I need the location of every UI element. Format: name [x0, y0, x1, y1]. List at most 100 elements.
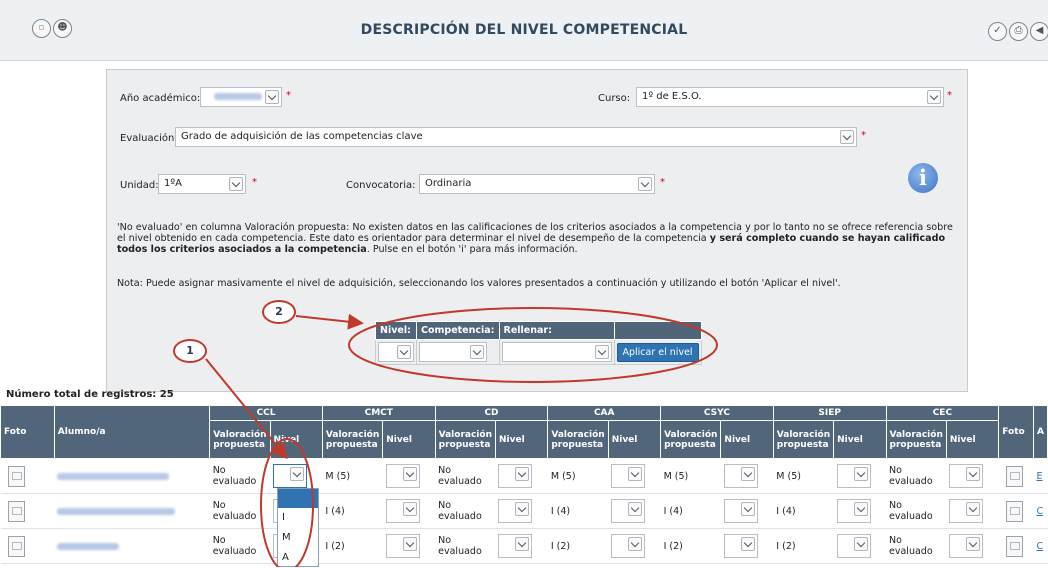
nivel-header: Nivel: — [375, 321, 417, 340]
row-link[interactable]: C — [1036, 541, 1043, 552]
convocatoria-value: Ordinaria — [425, 178, 472, 189]
curso-select[interactable]: 1º de E.S.O. — [636, 87, 944, 107]
note-no-evaluado: 'No evaluado' en columna Valoración prop… — [117, 222, 953, 255]
print-icon[interactable]: ⎙ — [1009, 22, 1028, 41]
nivel-select[interactable] — [723, 534, 758, 558]
chevron-down-icon — [853, 537, 868, 551]
apply-level-button[interactable]: Aplicar el nivel — [616, 342, 699, 362]
nivel-header: Nivel — [494, 420, 549, 459]
comp-header-ccl: CCL — [209, 405, 323, 421]
chevron-down-icon — [840, 130, 854, 144]
student-name-redacted[interactable] — [57, 542, 120, 550]
nivel-select[interactable] — [836, 464, 871, 488]
unidad-label: Unidad: — [120, 180, 159, 191]
convocatoria-select[interactable]: Ordinaria — [419, 174, 655, 194]
valoracion-value: No evaluado — [889, 535, 933, 557]
action-header — [613, 321, 702, 340]
required-mark: * — [861, 130, 866, 141]
valoracion-value: I (4) — [550, 505, 571, 517]
photo-icon[interactable] — [7, 535, 25, 557]
required-mark: * — [252, 177, 257, 188]
nivel-select[interactable] — [611, 499, 646, 523]
nivel-select[interactable] — [273, 464, 308, 488]
unidad-select[interactable]: 1ºA — [158, 174, 246, 194]
photo-icon[interactable] — [1005, 500, 1023, 522]
nivel-select[interactable] — [723, 464, 758, 488]
nivel-header: Nivel — [382, 420, 436, 459]
photo-icon[interactable] — [7, 465, 25, 487]
info-icon[interactable]: i — [908, 163, 938, 193]
mass-rellenar-select[interactable] — [501, 342, 612, 362]
chevron-down-icon — [966, 467, 981, 481]
row-link[interactable]: C — [1036, 506, 1043, 517]
valoracion-header: Valoración propuesta — [321, 420, 384, 459]
nivel-select[interactable] — [385, 499, 420, 523]
rellenar-header: Rellenar: — [498, 321, 615, 340]
valoracion-value: M (5) — [325, 470, 351, 482]
chevron-down-icon — [853, 467, 868, 481]
valoracion-value: I (2) — [663, 540, 683, 552]
student-name-redacted[interactable] — [57, 472, 170, 480]
photo-icon[interactable] — [1005, 535, 1023, 557]
nivel-select[interactable] — [836, 499, 871, 523]
nivel-header: Nivel — [720, 420, 774, 459]
nivel-select[interactable] — [949, 464, 984, 488]
valoracion-header: Valoración propuesta — [434, 420, 496, 459]
row-link[interactable]: E — [1036, 471, 1042, 482]
evaluacion-select[interactable]: Grado de adquisición de las competencias… — [175, 127, 857, 147]
valoracion-value: No evaluado — [212, 535, 257, 557]
nivel-select[interactable] — [385, 464, 420, 488]
note-masivo: Nota: Puede asignar masivamente el nivel… — [117, 278, 841, 289]
comp-header-caa: CAA — [547, 405, 662, 421]
valoracion-value: No evaluado — [438, 535, 482, 557]
valoracion-value: No evaluado — [889, 465, 933, 487]
mass-nivel-select[interactable] — [378, 342, 414, 362]
chevron-down-icon — [740, 537, 755, 551]
foto-header: Foto — [0, 405, 55, 459]
dropdown-option-empty[interactable] — [278, 489, 318, 508]
nivel-select[interactable] — [949, 534, 984, 558]
valoracion-value: M (5) — [663, 470, 689, 482]
chevron-down-icon — [402, 537, 417, 551]
chevron-down-icon — [853, 502, 868, 516]
alumno-header: Alumno/a — [53, 405, 211, 459]
chevron-down-icon — [740, 502, 755, 516]
chevron-down-icon — [628, 537, 643, 551]
chevron-down-icon — [402, 467, 417, 481]
nivel-select[interactable] — [498, 534, 533, 558]
valoracion-value: I (2) — [776, 540, 796, 552]
nivel-header: Nivel — [833, 420, 887, 459]
competencia-header: Competencia: — [416, 321, 500, 340]
valoracion-header: Valoración propuesta — [660, 420, 722, 459]
nivel-select[interactable] — [949, 499, 984, 523]
nivel-select[interactable] — [498, 464, 533, 488]
photo-icon[interactable] — [1005, 465, 1023, 487]
nivel-select[interactable] — [836, 534, 871, 558]
curso-value: 1º de E.S.O. — [642, 91, 702, 102]
dropdown-option[interactable]: I — [278, 508, 318, 528]
dropdown-option[interactable]: M — [278, 528, 318, 548]
nivel-select[interactable] — [385, 534, 420, 558]
photo-icon[interactable] — [7, 500, 25, 522]
valoracion-value: I (4) — [325, 505, 345, 517]
nivel-select[interactable] — [611, 534, 646, 558]
dropdown-option[interactable]: A — [278, 548, 318, 568]
anio-select[interactable] — [200, 87, 282, 107]
chevron-down-icon — [470, 345, 484, 359]
mass-competencia-select[interactable] — [419, 342, 487, 362]
confirm-icon[interactable]: ✓ — [988, 22, 1007, 41]
valoracion-header: Valoración propuesta — [885, 420, 947, 459]
last-header: A — [1032, 405, 1048, 459]
comp-header-csyc: CSYC — [660, 405, 774, 421]
students-table: Foto Alumno/a CCL CMCT CD CAA CSYC SIEP … — [0, 405, 1048, 564]
nivel-dropdown-list[interactable]: I M A — [277, 488, 319, 567]
required-mark: * — [660, 177, 665, 188]
nivel-select[interactable] — [498, 499, 533, 523]
back-icon[interactable]: ◀ — [1030, 22, 1048, 41]
nivel-select[interactable] — [611, 464, 646, 488]
student-name-redacted[interactable] — [57, 507, 176, 515]
comp-header-cd: CD — [434, 405, 549, 421]
nivel-select[interactable] — [723, 499, 758, 523]
nivel-header: Nivel — [269, 420, 323, 459]
chevron-down-icon — [397, 345, 411, 359]
